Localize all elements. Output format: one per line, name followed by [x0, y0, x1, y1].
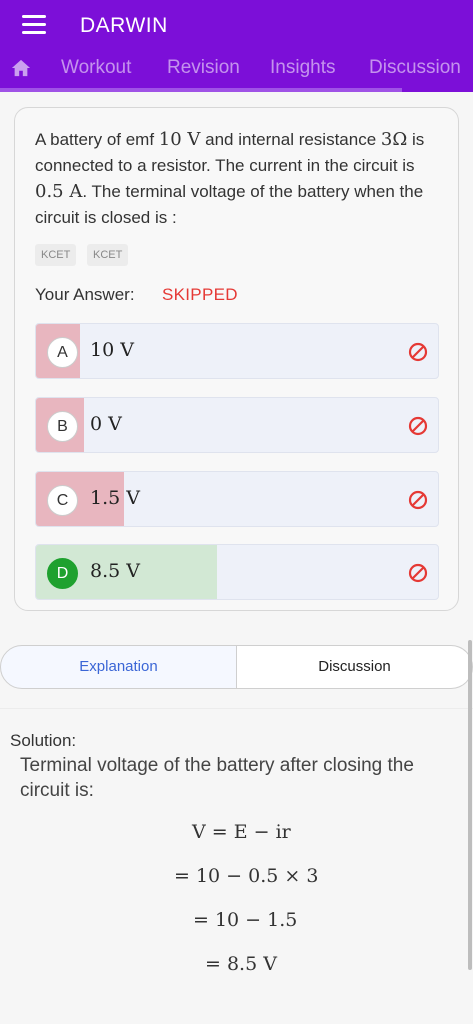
- tab-bar: Workout Revision Insights Discussion: [0, 52, 473, 88]
- scrollbar[interactable]: [468, 640, 472, 970]
- your-answer-label: Your Answer:: [35, 285, 135, 304]
- option-c[interactable]: C 1.5 V: [35, 471, 439, 527]
- option-text: 8.5 V: [90, 560, 140, 582]
- question-math: 0.5 A: [35, 181, 83, 202]
- option-text: 10 V: [90, 339, 134, 361]
- question-card: A battery of emf 10 V and internal resis…: [14, 107, 459, 611]
- hamburger-icon[interactable]: [22, 15, 46, 35]
- tab-insights[interactable]: Insights: [270, 57, 335, 79]
- option-letter: C: [47, 485, 78, 516]
- solution-step: = 10 − 0.5 × 3: [174, 865, 319, 887]
- your-answer-status: SKIPPED: [162, 285, 238, 304]
- option-b[interactable]: B 0 V: [35, 397, 439, 453]
- explanation-discussion-toggle: Explanation Discussion: [0, 645, 473, 689]
- ban-icon: [408, 563, 428, 583]
- home-icon[interactable]: [10, 58, 32, 78]
- app-header: DARWIN Workout Revision Insights Discuss…: [0, 0, 473, 92]
- option-letter: D: [47, 558, 78, 589]
- solution-heading: Solution:: [10, 731, 77, 750]
- divider: [0, 708, 473, 709]
- option-letter: A: [47, 337, 78, 368]
- tab-workout[interactable]: Workout: [61, 57, 131, 79]
- tab-indicator: [0, 88, 402, 92]
- question-text-part: A battery of emf: [35, 130, 159, 149]
- question-text-part: . The terminal voltage of the battery wh…: [35, 182, 424, 227]
- solution-step: = 8.5 V: [205, 953, 277, 975]
- explanation-tab[interactable]: Explanation: [0, 645, 237, 689]
- option-a[interactable]: A 10 V: [35, 323, 439, 379]
- option-text: 0 V: [90, 413, 122, 435]
- solution-step: = 10 − 1.5: [193, 909, 298, 931]
- exam-tag: KCET: [35, 244, 77, 266]
- ban-icon: [408, 490, 428, 510]
- tab-discussion[interactable]: Discussion: [369, 57, 461, 79]
- question-text-part: and internal resistance: [200, 130, 381, 149]
- question-math: 3Ω: [380, 129, 408, 150]
- option-letter: B: [47, 411, 78, 442]
- solution-intro: Terminal voltage of the battery after cl…: [20, 755, 414, 801]
- tab-revision[interactable]: Revision: [167, 57, 240, 79]
- question-text: A battery of emf 10 V and internal resis…: [35, 127, 445, 231]
- ban-icon: [408, 416, 428, 436]
- discussion-tab[interactable]: Discussion: [237, 645, 473, 689]
- solution-step: V = E − ir: [192, 821, 291, 843]
- option-d[interactable]: D 8.5 V: [35, 544, 439, 600]
- question-math: 10 V: [158, 129, 201, 150]
- ban-icon: [408, 342, 428, 362]
- exam-tag: KCET: [87, 244, 129, 266]
- app-title: DARWIN: [80, 14, 168, 37]
- option-text: 1.5 V: [90, 487, 140, 509]
